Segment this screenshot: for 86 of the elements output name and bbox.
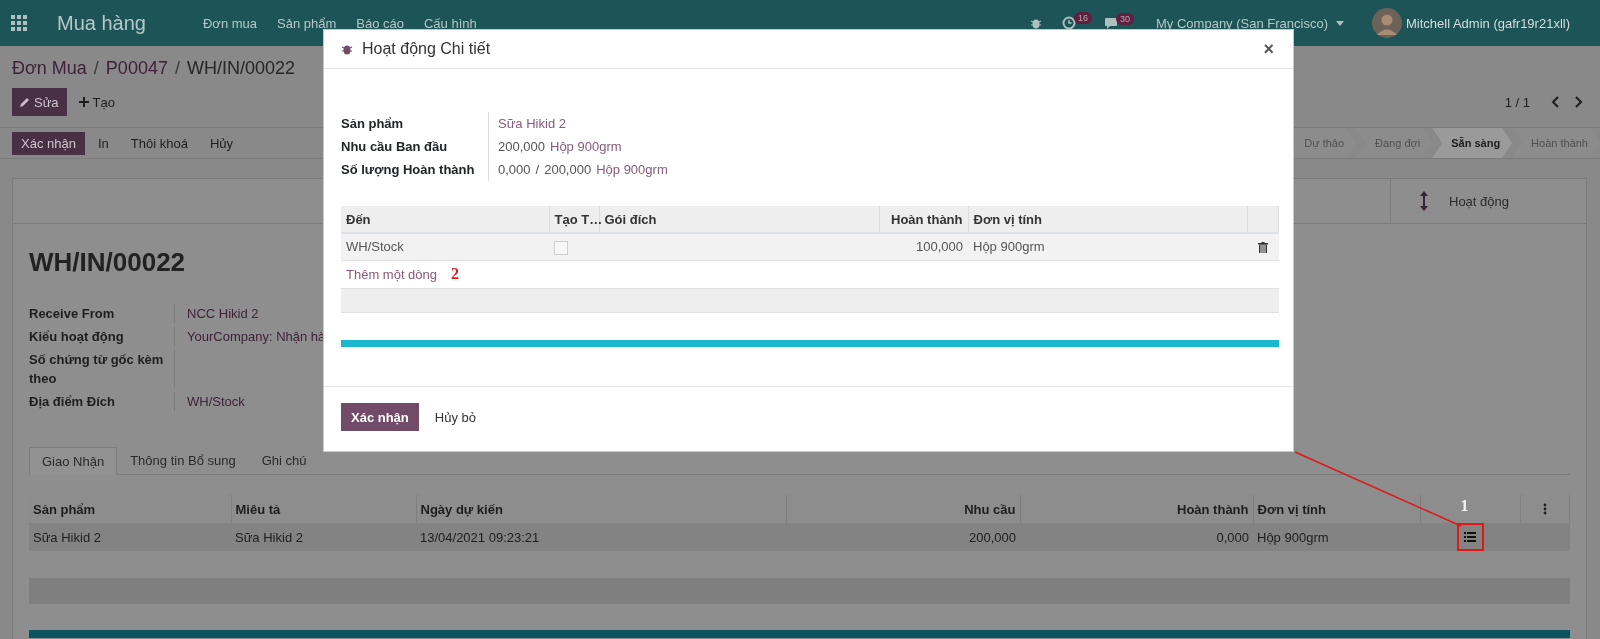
workflow-button[interactable]: In: [88, 131, 118, 155]
field-label: Kiểu hoạt động: [29, 327, 175, 346]
column-header[interactable]: Đơn vị tính: [1253, 495, 1420, 523]
caret-icon: [1336, 20, 1344, 26]
table-cell: 13/04/2021 09:23:21: [416, 523, 786, 551]
menu-item[interactable]: Đơn mua: [202, 15, 257, 31]
field-label: Sản phẩm: [341, 112, 489, 135]
column-header[interactable]: Đến: [341, 206, 549, 233]
column-header[interactable]: Hoàn thành: [1020, 495, 1253, 523]
confirm-button[interactable]: Xác nhận: [341, 403, 419, 431]
field-link[interactable]: Sữa Hikid 2: [498, 112, 566, 135]
field-label: Số chứng từ gốc kèm theo: [29, 350, 175, 388]
breadcrumb-link[interactable]: Đơn Mua: [12, 56, 87, 80]
pencil-icon: [20, 97, 30, 107]
bug-icon: [1030, 17, 1042, 29]
pager-value: 1 / 1: [1504, 94, 1530, 110]
workflow-button[interactable]: Xác nhận: [12, 131, 85, 155]
menu-item[interactable]: Cấu hình: [424, 15, 477, 31]
cancel-button[interactable]: Hủy bỏ: [424, 403, 486, 431]
breadcrumb-separator: /: [174, 57, 180, 80]
breadcrumb-link[interactable]: P00047: [105, 56, 168, 80]
trash-icon: [1257, 242, 1268, 254]
field-link[interactable]: WH/Stock: [187, 394, 245, 409]
column-header[interactable]: Đơn vị tính: [968, 206, 1247, 233]
plus-icon: [78, 97, 89, 107]
app-title: Mua hàng: [57, 11, 146, 35]
column-header[interactable]: Ngày dự kiến: [416, 495, 786, 523]
field-label: Địa điểm Đích: [29, 392, 175, 411]
clock-icon: [1062, 16, 1076, 30]
tab[interactable]: Giao Nhận: [29, 447, 118, 475]
field-label: Số lượng Hoàn thành: [341, 158, 489, 181]
callout-number: 1: [1460, 497, 1469, 515]
bug-icon: [341, 43, 353, 55]
field-value: 200,000: [544, 161, 592, 179]
menu-item[interactable]: Sản phẩm: [277, 15, 337, 31]
apps-menu-icon: [11, 15, 27, 31]
details-button[interactable]: [1456, 523, 1484, 551]
column-header[interactable]: Sản phẩm: [29, 495, 231, 523]
count-badge: 30: [1116, 12, 1135, 25]
column-header[interactable]: Hoàn thành: [879, 206, 968, 233]
checkbox[interactable]: [554, 240, 568, 255]
table-cell: Hộp 900grm: [968, 233, 1247, 260]
table-cell: 100,000: [879, 233, 968, 260]
callout-number: 2: [451, 265, 460, 282]
field-label: Nhu cầu Ban đầu: [341, 135, 489, 158]
list-icon: [1464, 532, 1476, 542]
activity-smart-button[interactable]: Hoạt động: [1390, 179, 1586, 223]
avatar: [1372, 8, 1402, 38]
edit-button[interactable]: Sửa: [12, 88, 67, 116]
table-cell: Sữa Hikid 2: [231, 523, 416, 551]
field-link[interactable]: Hộp 900grm: [596, 158, 668, 181]
tab[interactable]: Thông tin Bổ sung: [117, 447, 249, 474]
user-menu[interactable]: Mitchell Admin (gafr19r21xll): [1406, 15, 1570, 31]
tab[interactable]: Ghi chú: [248, 447, 320, 474]
table-cell: WH/Stock: [341, 233, 549, 260]
breadcrumb-separator: /: [93, 57, 99, 80]
workflow-button[interactable]: Thôi khoá: [121, 131, 197, 155]
close-button[interactable]: ×: [1261, 38, 1276, 60]
field-value: 0,000: [498, 161, 531, 179]
table-cell: Sữa Hikid 2: [29, 523, 231, 551]
field-label: Receive From: [29, 304, 175, 323]
create-button[interactable]: Tạo: [70, 88, 123, 116]
status-step[interactable]: Sẵn sàng: [1432, 128, 1513, 158]
dialog-title: Hoạt động Chi tiết: [362, 40, 491, 58]
field-link[interactable]: Hộp 900grm: [550, 135, 622, 158]
count-badge: 16: [1074, 12, 1092, 24]
table-cell: 200,000: [786, 523, 1020, 551]
vertical-arrows-icon: [1419, 191, 1429, 211]
table-cell: Hộp 900grm: [1253, 523, 1420, 551]
delete-button[interactable]: [1257, 242, 1268, 254]
chevron-right-icon: [1575, 96, 1583, 108]
column-header[interactable]: Miêu tả: [231, 495, 416, 523]
field-value: /: [535, 161, 540, 179]
field-value: 200,000: [498, 138, 545, 156]
add-line-link[interactable]: Thêm một dòng: [346, 267, 438, 282]
kebab-icon: [1542, 503, 1547, 515]
chat-icon: [1104, 16, 1118, 30]
chevron-left-icon: [1551, 96, 1559, 108]
breadcrumb-current: WH/IN/00022: [186, 57, 295, 80]
menu-item[interactable]: Báo cáo: [356, 15, 404, 31]
workflow-button[interactable]: Hủy: [200, 131, 242, 155]
column-header[interactable]: Nhu cầu: [786, 495, 1020, 523]
column-header[interactable]: Tạo T…: [549, 206, 599, 233]
field-link[interactable]: NCC Hikid 2: [187, 306, 259, 321]
table-cell: 0,000: [1020, 523, 1253, 551]
record-title: WH/IN/00022: [29, 246, 186, 278]
